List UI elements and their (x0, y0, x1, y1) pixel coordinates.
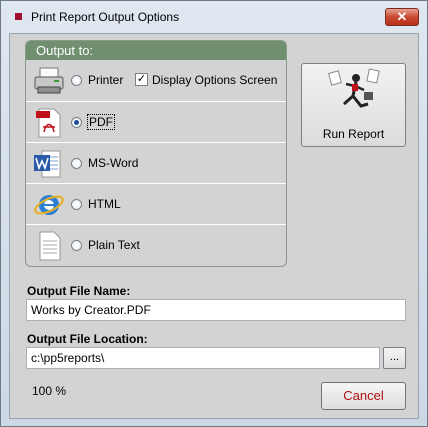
close-button[interactable]: ✕ (385, 8, 419, 26)
display-options-checkbox[interactable]: ✓ (135, 73, 148, 86)
option-row-printer: Printer ✓ Display Options Screen (26, 60, 286, 101)
title-bar: Print Report Output Options ✕ (1, 1, 427, 35)
run-report-label: Run Report (322, 127, 385, 141)
cancel-button[interactable]: Cancel (321, 382, 406, 410)
app-icon (15, 13, 22, 20)
output-to-header: Output to: (26, 41, 286, 60)
option-row-plain-text: Plain Text (26, 224, 286, 265)
output-file-location-input[interactable] (26, 347, 380, 369)
radio-plain-text[interactable] (71, 240, 82, 251)
progress-text: 100 % (32, 384, 67, 398)
output-file-location-label: Output File Location: (27, 332, 148, 346)
browse-button[interactable]: ... (383, 347, 406, 369)
output-file-name-label: Output File Name: (27, 284, 131, 298)
word-icon (34, 150, 61, 178)
run-report-button[interactable]: Run Report (301, 63, 406, 147)
label-html[interactable]: HTML (88, 197, 121, 211)
running-man-icon (328, 68, 380, 108)
pdf-icon (36, 108, 61, 138)
label-pdf[interactable]: PDF (87, 114, 115, 130)
radio-printer[interactable] (71, 75, 82, 86)
display-options-label[interactable]: Display Options Screen (152, 73, 277, 87)
label-printer[interactable]: Printer (88, 73, 123, 87)
option-row-msword: MS-Word (26, 142, 286, 183)
label-plain-text[interactable]: Plain Text (88, 238, 140, 252)
radio-html[interactable] (71, 199, 82, 210)
label-msword[interactable]: MS-Word (88, 156, 138, 170)
window-title: Print Report Output Options (31, 10, 180, 24)
printer-icon (34, 67, 64, 94)
output-to-group: Output to: Printer ✓ Display Options Scr… (25, 40, 287, 267)
radio-pdf[interactable] (71, 117, 82, 128)
output-file-name-input[interactable] (26, 299, 406, 321)
text-file-icon (39, 231, 61, 261)
dialog-window: Print Report Output Options ✕ Output to:… (0, 0, 428, 427)
internet-explorer-icon (34, 195, 64, 215)
radio-msword[interactable] (71, 158, 82, 169)
option-row-html: HTML (26, 183, 286, 224)
option-row-pdf: PDF (26, 101, 286, 142)
dialog-body: Output to: Printer ✓ Display Options Scr… (9, 33, 419, 419)
